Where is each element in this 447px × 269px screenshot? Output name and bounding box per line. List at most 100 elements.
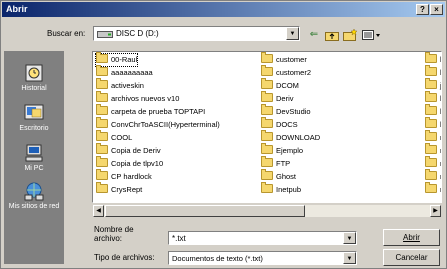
folder-icon xyxy=(425,65,437,76)
folder-icon xyxy=(261,143,273,154)
folder-icon xyxy=(96,130,108,141)
chevron-down-icon[interactable]: ▼ xyxy=(286,27,299,40)
list-item[interactable]: CrysRept xyxy=(96,182,142,196)
look-in-combo[interactable]: DISC D (D:) ▼ xyxy=(93,26,300,41)
folder-icon xyxy=(96,104,108,115)
list-item[interactable]: customer xyxy=(261,52,307,66)
drive-icon xyxy=(97,31,113,38)
look-in-value: DISC D (D:) xyxy=(116,29,159,38)
network-places-icon xyxy=(24,182,44,201)
folder-icon xyxy=(96,182,108,193)
folder-icon xyxy=(425,91,437,102)
chevron-down-icon[interactable]: ▼ xyxy=(343,232,356,244)
up-folder-icon[interactable] xyxy=(324,28,340,42)
places-bar: Historial Escritorio Mi PC Mis sitios de… xyxy=(4,51,64,264)
new-folder-icon[interactable] xyxy=(342,28,358,42)
folder-icon xyxy=(425,182,437,193)
folder-icon xyxy=(425,143,437,154)
place-network-label: Mis sitios de red xyxy=(8,203,60,210)
list-item-label: archivos nuevos v10 xyxy=(111,94,180,103)
filetype-combo[interactable]: Documentos de texto (*.txt) ▼ xyxy=(168,251,357,265)
dialog-title: Abrir xyxy=(6,4,28,14)
list-item-label: l xyxy=(440,120,442,129)
folder-icon xyxy=(261,52,273,63)
list-item-label: DOCS xyxy=(276,120,298,129)
folder-icon xyxy=(96,91,108,102)
folder-icon xyxy=(261,156,273,167)
views-menu-icon[interactable] xyxy=(361,28,381,42)
list-item-label: FTP xyxy=(276,159,291,168)
folder-icon xyxy=(261,117,273,128)
list-item-label: r xyxy=(440,146,441,155)
my-computer-icon xyxy=(25,144,43,162)
place-history-label: Historial xyxy=(21,85,47,92)
list-item[interactable]: DCOM xyxy=(261,78,299,92)
cancel-button[interactable]: Cancelar xyxy=(383,249,440,266)
list-item[interactable]: aaaaaaaaaa xyxy=(96,65,153,79)
place-desktop[interactable]: Escritorio xyxy=(4,103,64,132)
list-item-label: l xyxy=(440,68,442,77)
folder-icon xyxy=(261,104,273,115)
history-icon xyxy=(25,64,43,82)
folder-icon xyxy=(425,52,437,63)
folder-icon xyxy=(96,169,108,180)
list-item[interactable]: CP hardlock xyxy=(96,169,152,183)
folder-icon xyxy=(96,156,108,167)
list-item[interactable]: DOWNLOAD xyxy=(261,130,321,144)
list-item[interactable]: DOCS xyxy=(261,117,298,131)
folder-icon xyxy=(96,117,108,128)
open-button[interactable]: Abrir xyxy=(383,229,440,246)
folder-icon xyxy=(261,78,273,89)
scroll-right-icon[interactable]: ▶ xyxy=(430,205,441,217)
place-my-computer[interactable]: Mi PC xyxy=(4,143,64,172)
list-item-label: j xyxy=(440,81,442,90)
folder-icon xyxy=(261,182,273,193)
list-item[interactable]: carpeta de prueba TOPTAPI xyxy=(96,104,205,118)
help-button[interactable]: ? xyxy=(416,4,429,15)
back-icon[interactable]: ⇐ xyxy=(306,28,322,42)
folder-icon xyxy=(425,104,437,115)
folder-icon xyxy=(96,65,108,76)
list-item-label: Copia de tlpv10 xyxy=(111,159,164,168)
list-item[interactable]: COOL xyxy=(96,130,132,144)
list-item-label: Ejemplo xyxy=(276,146,304,155)
list-item[interactable]: DevStudio xyxy=(261,104,311,118)
list-item-label: activeskin xyxy=(111,81,144,90)
list-item-label: Deriv xyxy=(276,94,294,103)
list-item[interactable]: 00-Raul xyxy=(94,52,139,67)
list-item[interactable]: Copia de tlpv10 xyxy=(96,156,164,170)
list-item-label: l xyxy=(440,94,442,103)
place-history[interactable]: Historial xyxy=(4,63,64,92)
list-item[interactable]: Inetpub xyxy=(261,182,302,196)
list-item-label: customer2 xyxy=(276,68,312,77)
close-button[interactable]: × xyxy=(430,4,443,15)
title-bar: Abrir ? × xyxy=(2,2,445,17)
list-item[interactable]: ConvChrToASCII(Hyperterminal) xyxy=(96,117,220,131)
list-item-label: r xyxy=(440,185,441,194)
horizontal-scrollbar[interactable]: ◀ ▶ xyxy=(93,205,441,217)
place-my-computer-label: Mi PC xyxy=(24,165,44,172)
filename-field[interactable]: *.txt ▼ xyxy=(168,231,357,245)
filetype-value: Documentos de texto (*.txt) xyxy=(172,254,263,263)
scroll-thumb[interactable] xyxy=(105,205,305,217)
folder-icon xyxy=(261,169,273,180)
place-network[interactable]: Mis sitios de red xyxy=(4,181,64,210)
folder-icon xyxy=(96,143,108,154)
list-item[interactable]: customer2 xyxy=(261,65,312,79)
list-item-label: aaaaaaaaaa xyxy=(111,68,153,77)
list-item-label: DOWNLOAD xyxy=(276,133,321,142)
list-item[interactable]: r xyxy=(425,182,441,196)
list-item[interactable]: activeskin xyxy=(96,78,144,92)
scroll-left-icon[interactable]: ◀ xyxy=(93,205,104,217)
list-item[interactable]: Copia de Deriv xyxy=(96,143,161,157)
list-item[interactable]: archivos nuevos v10 xyxy=(96,91,180,105)
list-item[interactable]: Ghost xyxy=(261,169,296,183)
filename-label: Nombre de archivo: xyxy=(94,225,134,243)
folder-icon xyxy=(425,169,437,180)
chevron-down-icon[interactable]: ▼ xyxy=(343,252,356,264)
list-item-label: ConvChrToASCII(Hyperterminal) xyxy=(111,120,220,129)
list-item-label: Inetpub xyxy=(276,185,302,194)
file-list[interactable]: 00-Raul aaaaaaaaaa activeskin archivos n… xyxy=(92,51,442,203)
list-item-label: l xyxy=(440,107,442,116)
list-item[interactable]: Ejemplo xyxy=(261,143,304,157)
